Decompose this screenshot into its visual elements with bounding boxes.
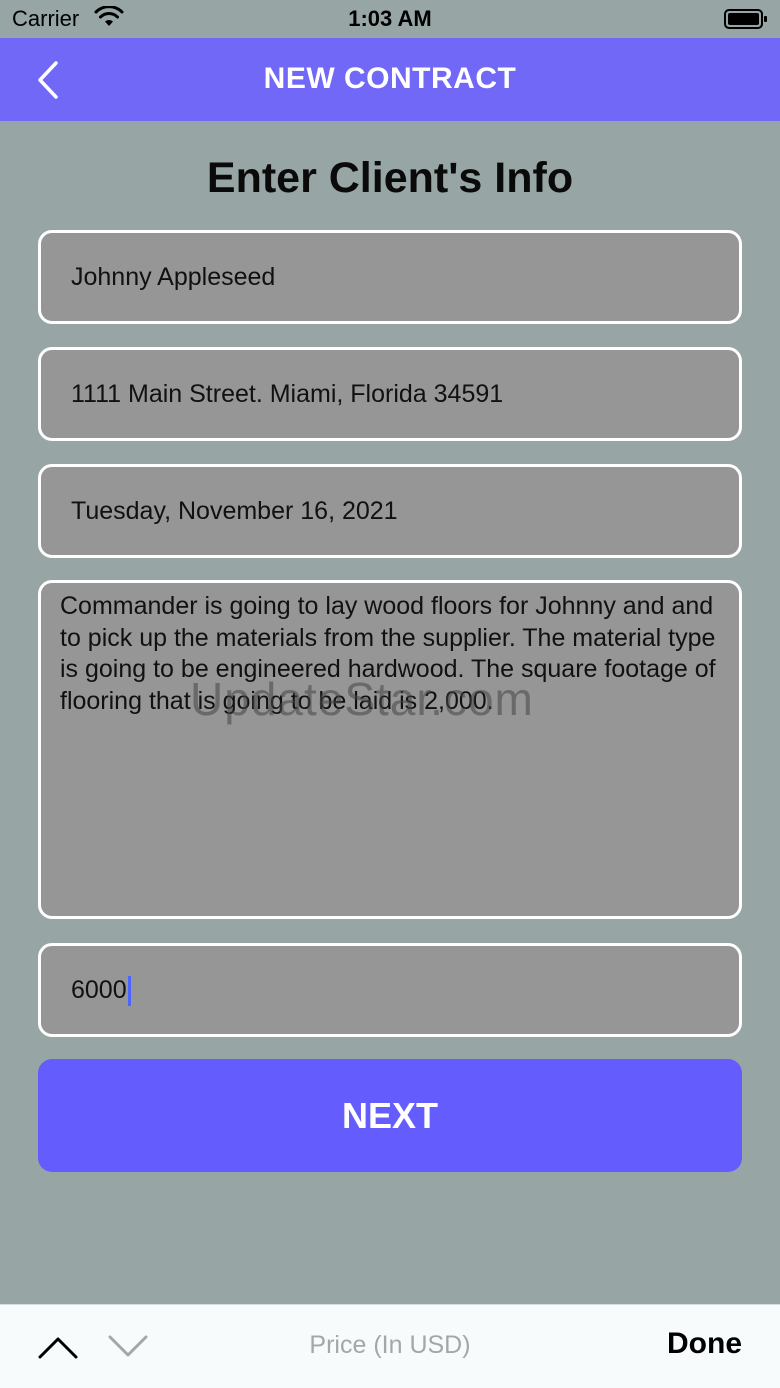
client-name-field[interactable]: Johnny Appleseed (38, 230, 742, 324)
done-button[interactable]: Done (667, 1327, 742, 1361)
nav-title: NEW CONTRACT (263, 62, 517, 95)
text-caret (127, 976, 131, 1007)
next-button[interactable]: NEXT (38, 1059, 742, 1172)
status-bar: Carrier 1:03 AM (0, 0, 780, 38)
keyboard-toolbar: Price (In USD) Done (0, 1304, 780, 1388)
page-title: Enter Client's Info (206, 154, 574, 202)
toolbar-field-label: Price (In USD) (309, 1331, 471, 1359)
address-value: 1111 Main Street. Miami, Florida 34591 (71, 380, 504, 408)
date-value: Tuesday, November 16, 2021 (71, 497, 398, 525)
description-textarea[interactable]: Commander is going to lay wood floors fo… (38, 580, 742, 919)
address-field[interactable]: 1111 Main Street. Miami, Florida 34591 (38, 347, 742, 441)
price-field[interactable]: 6000 (38, 943, 742, 1037)
client-name-value: Johnny Appleseed (71, 263, 276, 291)
battery-icon (724, 8, 768, 35)
date-field[interactable]: Tuesday, November 16, 2021 (38, 464, 742, 558)
price-value: 6000 (71, 976, 127, 1004)
description-value: Commander is going to lay wood floors fo… (60, 592, 716, 715)
clock: 1:03 AM (348, 6, 432, 31)
price-input-text: 6000 (71, 976, 131, 1007)
nav-bar: NEW CONTRACT (0, 38, 780, 121)
